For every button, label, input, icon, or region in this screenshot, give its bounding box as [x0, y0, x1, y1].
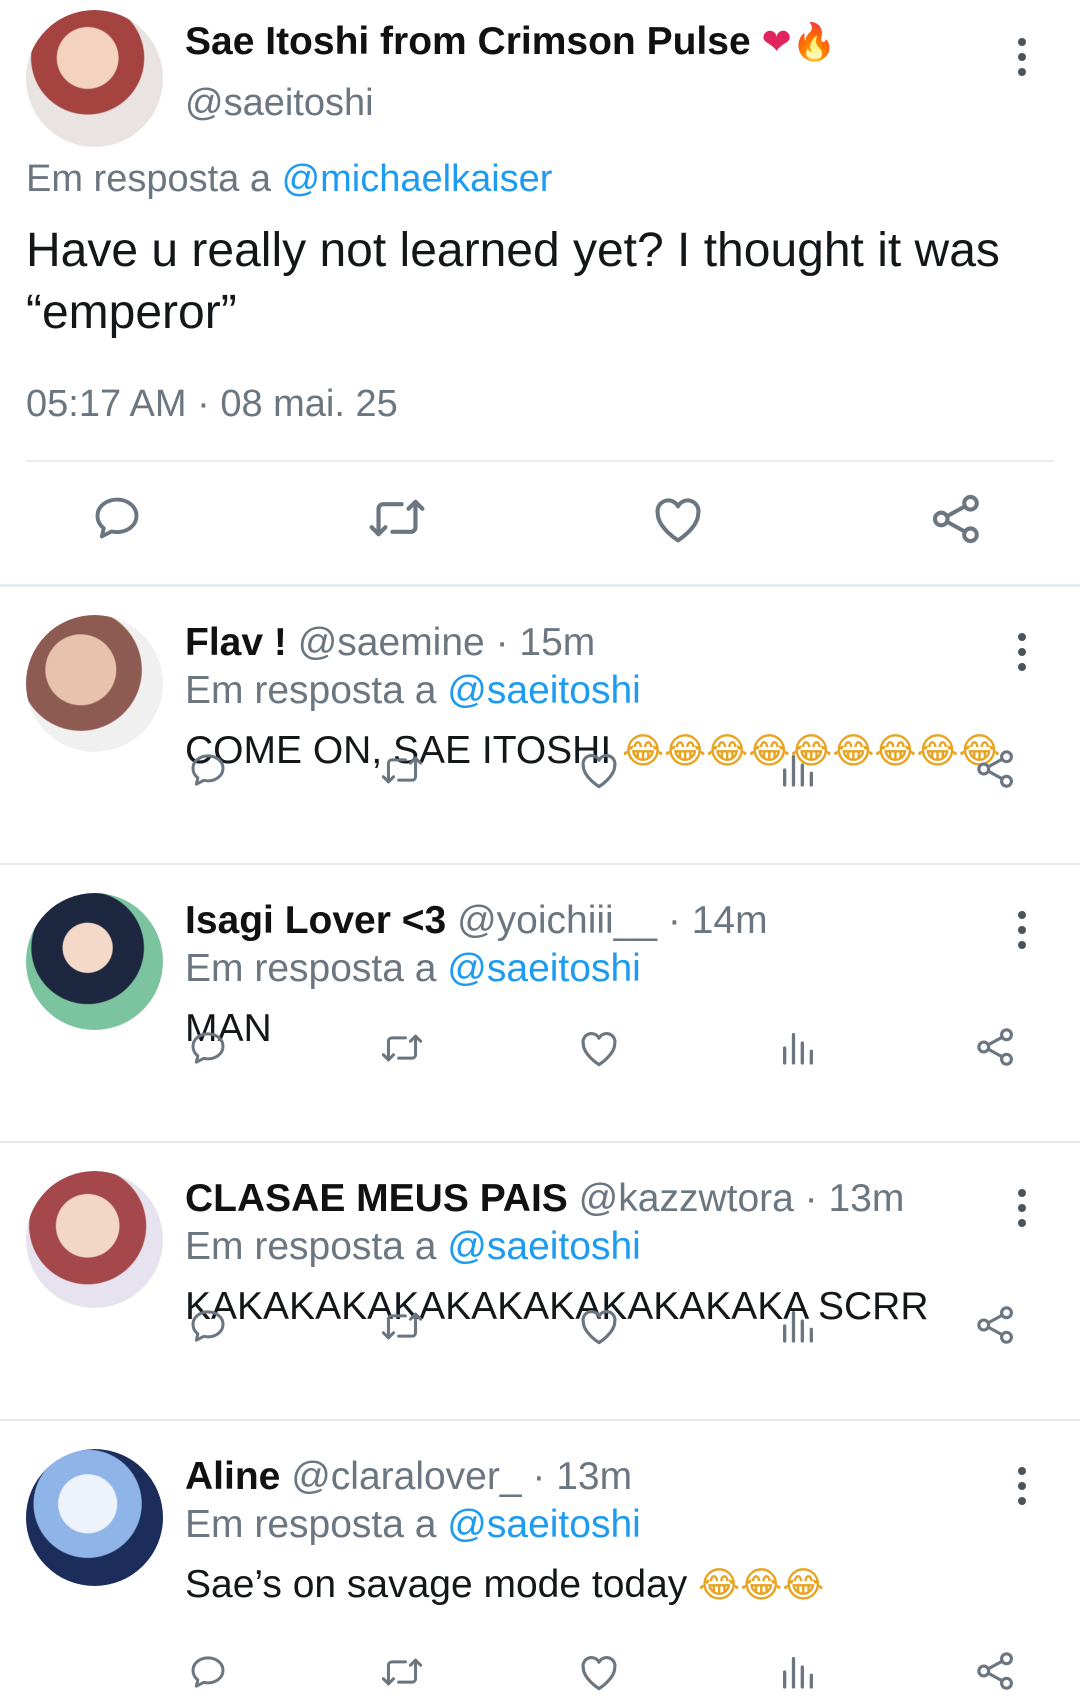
handle[interactable]: @yoichiii__ — [457, 899, 657, 942]
avatar[interactable] — [26, 1449, 163, 1586]
like-icon[interactable] — [578, 1028, 620, 1068]
share-icon[interactable] — [975, 748, 1017, 790]
share-icon[interactable] — [975, 1304, 1017, 1346]
reply-icon[interactable] — [90, 492, 144, 544]
reply-tweet: Isagi Lover <3 @yoichiii__ · 14m Em resp… — [0, 865, 1080, 1143]
reply-context: Em resposta a @saeitoshi — [185, 947, 641, 990]
more-options-icon[interactable] — [1018, 1189, 1028, 1227]
reply-icon[interactable] — [188, 1028, 228, 1068]
laughing-emoji: 😂😂😂 — [698, 1565, 825, 1606]
share-icon[interactable] — [975, 1026, 1017, 1068]
like-icon[interactable] — [578, 1652, 620, 1692]
handle[interactable]: @saeitoshi — [185, 82, 374, 125]
reply-header: Aline @claralover_ · 13m — [185, 1455, 632, 1499]
reply-icon[interactable] — [188, 1306, 228, 1346]
share-icon[interactable] — [930, 492, 984, 546]
views-icon[interactable] — [778, 1652, 818, 1692]
reply-to-handle-link[interactable]: @saeitoshi — [447, 1225, 641, 1268]
reply-to-handle-link[interactable]: @saeitoshi — [447, 947, 641, 990]
handle[interactable]: @kazzwtora — [579, 1177, 794, 1220]
heart-fire-emoji: ❤🔥 — [761, 22, 837, 63]
timestamp: 05:17 AM · 08 mai. 25 — [26, 383, 398, 425]
retweet-icon[interactable] — [367, 494, 427, 542]
display-name[interactable]: CLASAE MEUS PAIS — [185, 1177, 568, 1220]
handle[interactable]: @claralover_ — [291, 1455, 521, 1498]
time-ago: · 13m — [532, 1455, 633, 1498]
views-icon[interactable] — [778, 750, 818, 790]
views-icon[interactable] — [778, 1306, 818, 1346]
reply-tweet: CLASAE MEUS PAIS @kazzwtora · 13m Em res… — [0, 1143, 1080, 1421]
avatar[interactable] — [26, 893, 163, 1030]
reply-icon[interactable] — [188, 750, 228, 790]
display-name[interactable]: Sae Itoshi from Crimson Pulse ❤🔥 — [185, 20, 836, 64]
display-name[interactable]: Aline — [185, 1455, 280, 1498]
reply-text: Sae’s on savage mode today 😂😂😂 — [185, 1563, 825, 1606]
retweet-icon[interactable] — [380, 1308, 424, 1344]
time-ago: · 13m — [804, 1177, 905, 1220]
more-options-icon[interactable] — [1018, 1467, 1028, 1505]
avatar[interactable] — [26, 10, 163, 147]
like-icon[interactable] — [578, 750, 620, 790]
more-options-icon[interactable] — [1018, 911, 1028, 949]
reply-header: CLASAE MEUS PAIS @kazzwtora · 13m — [185, 1177, 904, 1221]
reply-context: Em resposta a @saeitoshi — [185, 1503, 641, 1546]
reply-to-handle-link[interactable]: @saeitoshi — [447, 669, 641, 712]
reply-header: Flav ! @saemine · 15m — [185, 621, 595, 665]
reply-context: Em resposta a @saeitoshi — [185, 1225, 641, 1268]
like-icon[interactable] — [578, 1306, 620, 1346]
reply-tweet: Flav ! @saemine · 15m Em resposta a @sae… — [0, 587, 1080, 865]
reply-to-handle-link[interactable]: @michaelkaiser — [282, 158, 553, 200]
reply-context: Em resposta a @michaelkaiser — [26, 158, 553, 200]
reply-header: Isagi Lover <3 @yoichiii__ · 14m — [185, 899, 768, 943]
like-icon[interactable] — [651, 494, 705, 544]
tweet-text: Have u really not learned yet? I thought… — [26, 224, 1000, 339]
share-icon[interactable] — [975, 1650, 1017, 1692]
reply-context: Em resposta a @saeitoshi — [185, 669, 641, 712]
views-icon[interactable] — [778, 1028, 818, 1068]
reply-icon[interactable] — [188, 1652, 228, 1692]
time-ago: · 14m — [667, 899, 768, 942]
avatar[interactable] — [26, 615, 163, 752]
display-name[interactable]: Flav ! — [185, 621, 287, 664]
reply-to-handle-link[interactable]: @saeitoshi — [447, 1503, 641, 1546]
reply-tweet: Aline @claralover_ · 13m Em resposta a @… — [0, 1421, 1080, 1697]
avatar[interactable] — [26, 1171, 163, 1308]
retweet-icon[interactable] — [380, 1030, 424, 1066]
display-name[interactable]: Isagi Lover <3 — [185, 899, 446, 942]
divider — [26, 460, 1054, 462]
more-options-icon[interactable] — [1018, 38, 1028, 76]
time-ago: · 15m — [495, 621, 596, 664]
more-options-icon[interactable] — [1018, 633, 1028, 671]
main-tweet: Sae Itoshi from Crimson Pulse ❤🔥 @saeito… — [0, 0, 1080, 588]
retweet-icon[interactable] — [380, 752, 424, 788]
retweet-icon[interactable] — [380, 1654, 424, 1690]
handle[interactable]: @saemine — [298, 621, 485, 664]
